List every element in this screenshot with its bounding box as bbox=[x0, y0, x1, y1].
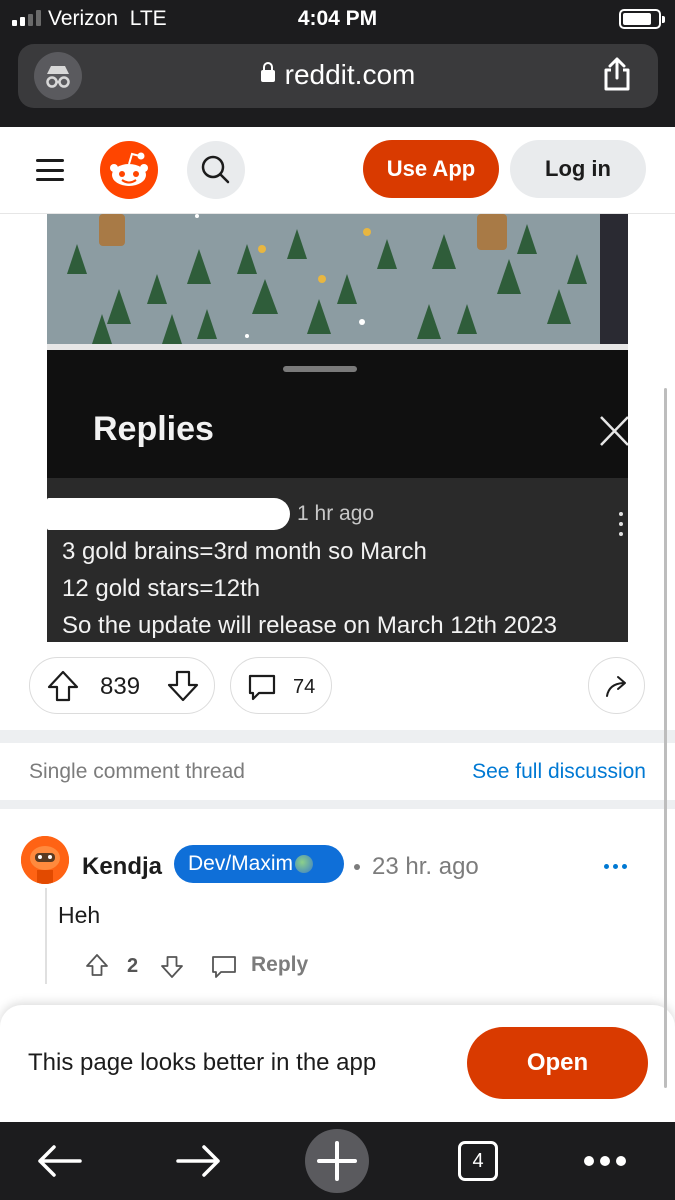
browser-toolbar: 4 bbox=[0, 1122, 675, 1200]
screenshot-comment: 1 hr ago 3 gold brains=3rd month so Marc… bbox=[47, 478, 628, 642]
post-score: 839 bbox=[100, 673, 141, 700]
screenshot-comment-line: 12 gold stars=12th bbox=[62, 575, 261, 602]
user-flair: Dev/Maxim bbox=[174, 845, 344, 883]
reply-icon[interactable] bbox=[211, 954, 237, 985]
url-display[interactable]: reddit.com bbox=[18, 59, 658, 91]
thread-line[interactable] bbox=[45, 888, 47, 984]
upvote-icon[interactable] bbox=[46, 669, 80, 708]
post-image[interactable]: Replies 1 hr ago 3 gold brains=3rd month… bbox=[47, 214, 628, 642]
reddit-header: Use App Log in bbox=[0, 127, 675, 214]
share-icon[interactable] bbox=[602, 56, 632, 92]
share-arrow-icon bbox=[603, 672, 631, 705]
screenshot-comment-time: 1 hr ago bbox=[297, 502, 375, 525]
more-horizontal-icon[interactable] bbox=[604, 864, 627, 869]
comment-score: 2 bbox=[127, 955, 139, 977]
scrollbar[interactable] bbox=[664, 388, 667, 1088]
status-bar: Verizon LTE 4:04 PM bbox=[0, 0, 675, 38]
game-sidebar bbox=[600, 214, 628, 344]
thread-bar: Single comment thread See full discussio… bbox=[0, 743, 675, 800]
app-banner: This page looks better in the app Open bbox=[0, 1005, 675, 1122]
redacted-username bbox=[47, 498, 290, 530]
more-vertical-icon bbox=[618, 512, 624, 536]
comments-button[interactable]: 74 bbox=[230, 657, 332, 714]
sheet-grabber bbox=[283, 366, 357, 372]
post-actions: 839 74 bbox=[0, 657, 675, 715]
menu-icon[interactable] bbox=[36, 159, 64, 181]
share-button[interactable] bbox=[588, 657, 645, 714]
new-tab-icon[interactable] bbox=[305, 1122, 369, 1200]
screenshot-comment-line: So the update will release on March 12th… bbox=[62, 612, 557, 639]
game-screenshot bbox=[47, 214, 628, 344]
close-icon bbox=[598, 414, 628, 448]
back-icon[interactable] bbox=[34, 1122, 84, 1200]
open-app-button[interactable]: Open bbox=[467, 1027, 648, 1099]
forward-icon[interactable] bbox=[174, 1122, 224, 1200]
comment-count: 74 bbox=[293, 676, 316, 698]
address-bar[interactable]: reddit.com bbox=[18, 44, 658, 108]
separator-dot bbox=[354, 864, 360, 870]
section-divider bbox=[0, 730, 675, 743]
upvote-icon[interactable] bbox=[85, 953, 109, 982]
more-icon[interactable] bbox=[580, 1122, 630, 1200]
clock: 4:04 PM bbox=[297, 7, 378, 30]
screenshot-comment-line: 3 gold brains=3rd month so March bbox=[62, 538, 427, 565]
tabs-icon[interactable]: 4 bbox=[457, 1122, 499, 1200]
banner-text: This page looks better in the app bbox=[28, 1049, 377, 1076]
battery-icon bbox=[619, 9, 665, 29]
downvote-icon[interactable] bbox=[160, 955, 184, 984]
see-full-discussion-link[interactable]: See full discussion bbox=[472, 760, 646, 784]
tab-count: 4 bbox=[458, 1141, 498, 1181]
reddit-logo[interactable] bbox=[100, 141, 158, 199]
replies-sheet: Replies bbox=[47, 350, 628, 478]
comment-body: Heh bbox=[58, 902, 101, 928]
reply-button[interactable]: Reply bbox=[251, 953, 308, 977]
single-thread-label: Single comment thread bbox=[29, 760, 245, 783]
section-divider bbox=[0, 800, 675, 809]
sheet-title: Replies bbox=[93, 410, 214, 448]
avatar[interactable] bbox=[21, 836, 69, 884]
downvote-icon[interactable] bbox=[166, 669, 200, 708]
use-app-button[interactable]: Use App bbox=[363, 140, 499, 198]
comment-author[interactable]: Kendja bbox=[82, 853, 162, 881]
search-icon[interactable] bbox=[187, 141, 245, 199]
lock-icon bbox=[260, 62, 275, 82]
comment-icon bbox=[247, 672, 277, 707]
login-button[interactable]: Log in bbox=[510, 140, 646, 198]
globe-icon bbox=[295, 855, 314, 873]
comment-time: 23 hr. ago bbox=[372, 853, 479, 880]
vote-control: 839 bbox=[29, 657, 215, 714]
browser-chrome: Verizon LTE 4:04 PM reddit.com bbox=[0, 0, 675, 127]
